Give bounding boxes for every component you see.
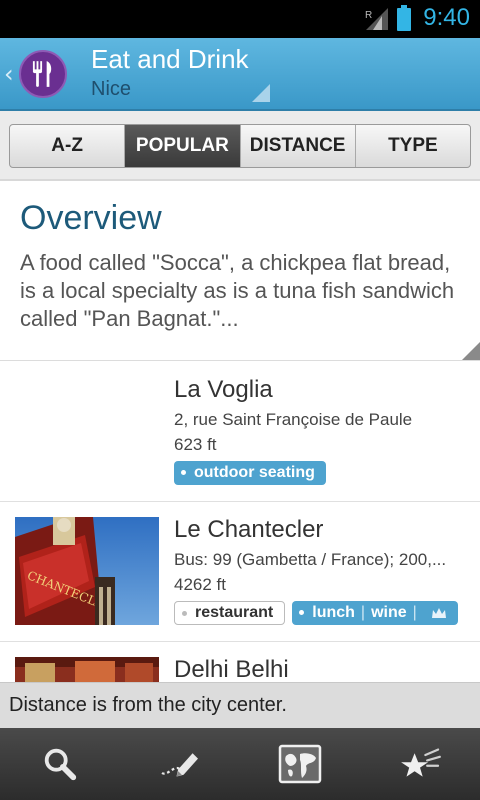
edit-notes-icon: [161, 753, 198, 777]
place-distance: 623 ft: [174, 435, 217, 454]
battery-icon: [397, 5, 411, 31]
tab-popular[interactable]: POPULAR: [125, 125, 241, 167]
distance-notice: Distance is from the city center.: [0, 682, 480, 728]
fork-knife-icon: [32, 61, 52, 87]
app-header: ‹ Eat and Drink Nice: [0, 38, 480, 111]
tag-lunch-wine[interactable]: lunch | wine |: [292, 601, 458, 625]
signal-icon: R: [365, 8, 388, 30]
place-address: 2, rue Saint Françoise de Paule: [174, 410, 413, 429]
tab-a-z[interactable]: A-Z: [10, 125, 126, 167]
favorites-icon: [401, 748, 441, 777]
notes-button[interactable]: [120, 728, 240, 800]
place-photo: CHANTECLER: [15, 517, 159, 625]
place-name: La Voglia: [174, 376, 273, 403]
tag-outdoor-seating[interactable]: outdoor seating: [174, 461, 326, 485]
overview-text: A food called "Socca", a chickpea flat b…: [20, 250, 455, 331]
dropdown-corner-icon[interactable]: [252, 84, 270, 102]
tag-label: wine: [371, 604, 407, 621]
city-name[interactable]: Nice: [91, 78, 131, 101]
bottom-toolbar: [0, 728, 480, 800]
tag-separator: |: [360, 604, 366, 621]
map-button[interactable]: [240, 728, 360, 800]
search-icon: [44, 748, 77, 781]
clock: 9:40: [423, 4, 470, 31]
place-name: Le Chantecler: [174, 516, 324, 543]
sort-tabs: A-Z POPULAR DISTANCE TYPE: [9, 124, 471, 168]
place-tags: outdoor seating: [174, 461, 326, 485]
sort-tabs-bar: A-Z POPULAR DISTANCE TYPE: [0, 111, 480, 181]
tag-label: lunch: [312, 604, 355, 621]
tab-distance[interactable]: DISTANCE: [241, 125, 356, 167]
place-tags: restaurant lunch | wine |: [174, 601, 458, 625]
search-button[interactable]: [0, 728, 120, 800]
tag-separator: |: [412, 604, 417, 621]
expand-corner-icon[interactable]: [462, 342, 480, 360]
tab-type[interactable]: TYPE: [356, 125, 470, 167]
tag-label: restaurant: [195, 604, 274, 621]
list-item[interactable]: CHANTECLER Le Chantecler Bus: 99 (Gambet…: [0, 502, 480, 642]
overview-heading: Overview: [20, 199, 162, 237]
back-chevron-icon[interactable]: ‹: [4, 60, 14, 88]
tag-restaurant[interactable]: restaurant: [174, 601, 286, 625]
status-bar: R 9:40: [0, 0, 480, 38]
list-item[interactable]: La Voglia 2, rue Saint Françoise de Paul…: [0, 362, 480, 502]
notice-text: Distance is from the city center.: [9, 694, 287, 716]
place-distance: 4262 ft: [174, 575, 226, 594]
category-logo[interactable]: [19, 50, 67, 98]
overview-section[interactable]: Overview A food called "Socca", a chickp…: [0, 183, 480, 361]
map-icon: [278, 744, 322, 784]
chantecler-photo: CHANTECLER: [15, 517, 159, 625]
place-name: Delhi Belhi: [174, 656, 289, 683]
crown-icon: [431, 608, 446, 618]
page-title: Eat and Drink: [91, 44, 249, 74]
app-screen: R 9:40 ‹ Eat and Drink Nice A-Z POPULAR …: [0, 0, 480, 800]
place-address: Bus: 99 (Gambetta / France); 200,...: [174, 550, 447, 569]
favorites-button[interactable]: [360, 728, 480, 800]
tag-label: outdoor seating: [194, 464, 315, 481]
roaming-indicator: R: [365, 10, 372, 21]
